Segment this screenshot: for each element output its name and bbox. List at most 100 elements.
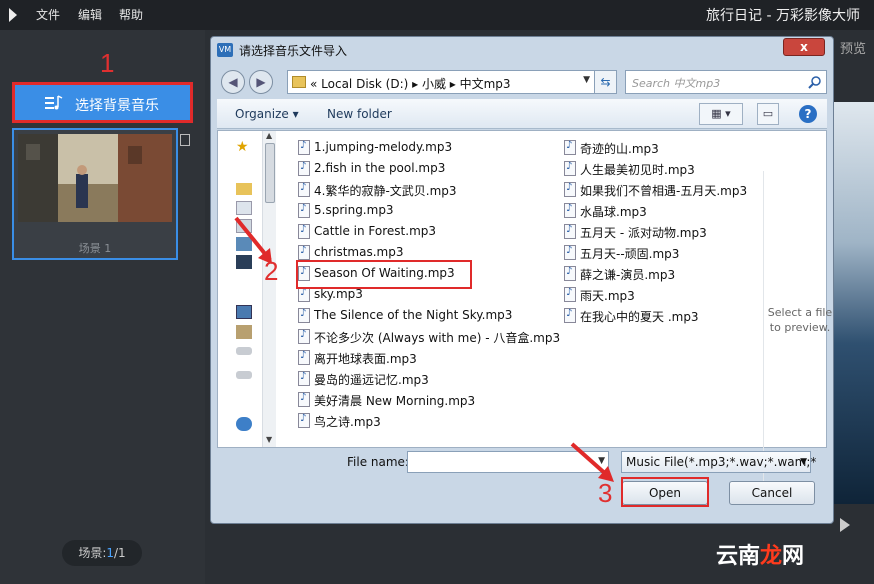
view-grid-icon: ▦ ▾ bbox=[711, 107, 731, 120]
drive-d-icon[interactable] bbox=[236, 347, 252, 355]
select-background-music-button[interactable]: 选择背景音乐 bbox=[12, 82, 193, 123]
file-name: The Silence of the Night Sky.mp3 bbox=[314, 308, 513, 322]
step-2-highlight-box bbox=[296, 260, 472, 289]
favorites-star-icon[interactable]: ★ bbox=[236, 139, 252, 155]
scene-card[interactable]: 场景 1 bbox=[12, 128, 178, 260]
file-name: 人生最美初见时.mp3 bbox=[580, 163, 695, 177]
scrollbar-thumb[interactable] bbox=[265, 143, 275, 203]
libraries-folder-icon[interactable] bbox=[236, 183, 252, 195]
file-name: 离开地球表面.mp3 bbox=[314, 352, 417, 366]
file-name: Cattle in Forest.mp3 bbox=[314, 224, 437, 238]
refresh-button[interactable]: ⇆ bbox=[594, 71, 616, 93]
forward-button[interactable]: ▶ bbox=[249, 70, 273, 94]
file-name: 不论多少次 (Always with me) - 八音盒.mp3 bbox=[314, 331, 561, 345]
watermark: 云南龙网 bbox=[716, 538, 804, 570]
file-name: 如果我们不曾相遇-五月天.mp3 bbox=[580, 184, 748, 198]
music-file-icon bbox=[564, 203, 576, 218]
network-icon[interactable] bbox=[236, 417, 252, 431]
preview-canvas bbox=[833, 102, 874, 504]
step-2-marker: 2 bbox=[264, 256, 279, 286]
file-name-label: File name: bbox=[347, 455, 409, 469]
copy-scene-icon[interactable] bbox=[180, 134, 190, 146]
menu-help[interactable]: 帮助 bbox=[119, 6, 143, 23]
play-icon[interactable] bbox=[840, 518, 850, 532]
address-dropdown-icon[interactable]: ▼ bbox=[583, 75, 590, 85]
scroll-down-icon[interactable]: ▼ bbox=[266, 435, 272, 444]
file-name: 雨天.mp3 bbox=[580, 289, 635, 303]
preview-label: 预览 bbox=[839, 42, 866, 57]
music-file-icon bbox=[298, 203, 310, 218]
scroll-up-icon[interactable]: ▲ bbox=[266, 131, 272, 140]
music-file-icon bbox=[298, 287, 310, 302]
music-file-icon bbox=[564, 308, 576, 323]
drive-c-icon[interactable] bbox=[236, 325, 252, 339]
scene-count-current: 1 bbox=[106, 546, 114, 560]
file-name: 五月天--顽固.mp3 bbox=[580, 247, 680, 261]
app-logo-icon bbox=[9, 8, 17, 22]
file-name: 薛之谦-演员.mp3 bbox=[580, 268, 676, 282]
file-name: 1.jumping-melody.mp3 bbox=[314, 140, 453, 154]
scene-count-total: /1 bbox=[114, 546, 126, 560]
computer-icon[interactable] bbox=[236, 305, 252, 319]
music-file-icon bbox=[298, 413, 310, 428]
music-file-icon bbox=[298, 245, 310, 260]
navigation-row: ◀ ▶ « Local Disk (D:) ▸ 小威 ▸ 中文mp3 ▼ ⇆ S… bbox=[217, 67, 827, 97]
music-file-icon bbox=[298, 224, 310, 239]
preview-pane-button[interactable]: ▭ bbox=[757, 103, 779, 125]
music-file-icon bbox=[298, 350, 310, 365]
help-icon[interactable]: ? bbox=[799, 105, 817, 123]
step-1-marker: 1 bbox=[100, 48, 115, 78]
dialog-toolbar: Organize ▾ New folder ▦ ▾ ▭ ? bbox=[217, 99, 827, 129]
file-list-area: ★ ▲ ▼ 1.jumping-melody.mp3 2.fish in the … bbox=[217, 130, 832, 489]
search-input[interactable]: Search 中文mp3 bbox=[625, 70, 827, 94]
navigation-scrollbar[interactable]: ▲ ▼ bbox=[262, 131, 276, 447]
refresh-icon: ⇆ bbox=[600, 75, 611, 89]
step-3-marker: 3 bbox=[598, 478, 613, 508]
music-file-icon bbox=[564, 140, 576, 155]
back-button[interactable]: ◀ bbox=[221, 70, 245, 94]
file-name: sky.mp3 bbox=[314, 287, 363, 301]
music-file-icon bbox=[564, 287, 576, 302]
view-options-button[interactable]: ▦ ▾ bbox=[699, 103, 743, 125]
music-file-icon bbox=[564, 245, 576, 260]
file-name: 曼岛的遥远记忆.mp3 bbox=[314, 373, 429, 387]
preview-pane-icon: ▭ bbox=[762, 107, 774, 120]
file-type-dropdown-icon[interactable]: ▼ bbox=[800, 457, 807, 467]
file-name: christmas.mp3 bbox=[314, 245, 404, 259]
file-type-filter[interactable]: Music File(*.mp3;*.wav;*.wam;* ▼ bbox=[621, 451, 816, 473]
search-icon[interactable] bbox=[808, 75, 822, 89]
open-file-dialog: VM 请选择音乐文件导入 x ◀ ▶ « Local Disk (D:) ▸ 小… bbox=[210, 36, 834, 524]
menu-file[interactable]: 文件 bbox=[36, 6, 60, 23]
music-file-icon bbox=[298, 182, 310, 197]
select-background-music-label: 选择背景音乐 bbox=[75, 98, 159, 114]
search-placeholder: Search 中文mp3 bbox=[632, 77, 721, 90]
file-type-filter-value: Music File(*.mp3;*.wav;*.wam;* bbox=[626, 455, 817, 469]
music-file-icon bbox=[298, 392, 310, 407]
app-title-bar: 文件 编辑 帮助 旅行日记 - 万彩影像大师 bbox=[0, 0, 874, 30]
file-name: 2.fish in the pool.mp3 bbox=[314, 161, 446, 175]
music-file-icon bbox=[298, 308, 310, 323]
vm-app-icon: VM bbox=[217, 43, 233, 57]
music-file-icon bbox=[564, 182, 576, 197]
preview-pane: Select a file to preview. bbox=[763, 171, 832, 489]
dialog-close-button[interactable]: x bbox=[783, 38, 825, 56]
address-breadcrumb[interactable]: « Local Disk (D:) ▸ 小威 ▸ 中文mp3 bbox=[310, 75, 511, 92]
cancel-button[interactable]: Cancel bbox=[729, 481, 815, 505]
address-bar[interactable]: « Local Disk (D:) ▸ 小威 ▸ 中文mp3 ▼ ⇆ bbox=[287, 70, 617, 94]
watermark-part-1: 云南 bbox=[716, 544, 761, 569]
documents-icon[interactable] bbox=[236, 201, 252, 215]
file-name: 水晶球.mp3 bbox=[580, 205, 647, 219]
dialog-bottom-panel: File name: ▼ Music File(*.mp3;*.wav;*.wa… bbox=[217, 449, 827, 519]
menu-edit[interactable]: 编辑 bbox=[78, 6, 102, 23]
scene-label: 场景 1 bbox=[78, 242, 112, 255]
organize-menu[interactable]: Organize ▾ bbox=[235, 107, 299, 121]
file-name: 美好清晨 New Morning.mp3 bbox=[314, 394, 476, 408]
watermark-part-2: 龙 bbox=[760, 544, 783, 569]
back-arrow-icon: ◀ bbox=[228, 75, 238, 89]
new-folder-button[interactable]: New folder bbox=[327, 107, 392, 121]
drive-e-icon[interactable] bbox=[236, 371, 252, 379]
app-title: 旅行日记 - 万彩影像大师 bbox=[706, 8, 860, 24]
file-name: 4.繁华的寂静-文武贝.mp3 bbox=[314, 184, 457, 198]
music-file-icon bbox=[298, 161, 310, 176]
scene-count-prefix: 场景: bbox=[78, 546, 107, 560]
